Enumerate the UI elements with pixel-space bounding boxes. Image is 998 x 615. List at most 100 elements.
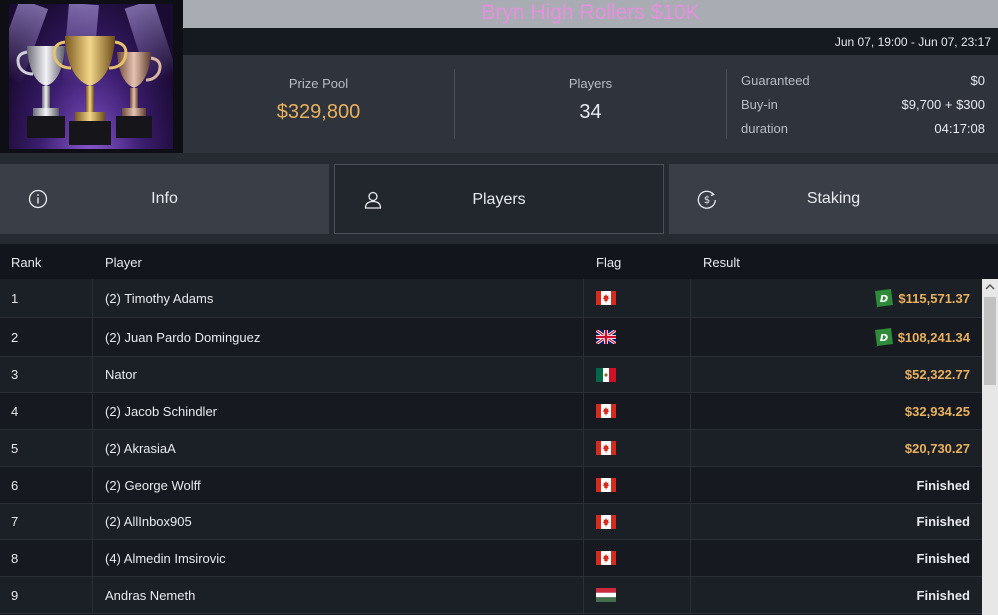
tab-players[interactable]: Players — [334, 164, 664, 234]
column-header-rank[interactable]: Rank — [11, 255, 41, 270]
prize-pool-value: $329,800 — [276, 101, 361, 123]
tab-label: Players — [472, 191, 526, 208]
rank-value: 2 — [11, 329, 19, 345]
payout-badge-icon: D — [872, 289, 894, 309]
tab-staking[interactable]: $ Staking — [669, 164, 998, 234]
detail-label: Guaranteed — [741, 73, 810, 88]
player-name: Nator — [105, 367, 137, 382]
table-row[interactable]: 6 (2) George Wolff Finished — [0, 467, 982, 504]
result-value: $115,571.37 — [898, 290, 970, 306]
rank-value: 1 — [11, 290, 19, 306]
scroll-up-arrow-icon[interactable] — [982, 279, 998, 295]
table-row[interactable]: 3 Nator $52,322.77 — [0, 357, 982, 393]
player-name: Andras Nemeth — [105, 587, 196, 603]
rank-value: 3 — [11, 367, 19, 382]
detail-duration: duration 04:17:08 — [741, 119, 985, 143]
column-header-player[interactable]: Player — [105, 255, 142, 270]
canada-flag-icon — [596, 441, 616, 455]
canada-flag-icon — [596, 551, 616, 565]
rank-cell: 5 — [11, 430, 18, 466]
player-name: (2) AkrasiaA — [105, 440, 176, 456]
table-row[interactable]: 1 (2) Timothy Adams D $115,571.37 — [0, 279, 982, 318]
flag-cell — [596, 430, 616, 466]
detail-value: 04:17:08 — [934, 121, 985, 136]
player-cell[interactable]: (2) Juan Pardo Dominguez — [105, 318, 260, 356]
flag-cell — [596, 577, 616, 613]
flag-cell — [596, 357, 616, 392]
rank-cell: 3 — [11, 357, 18, 392]
result-cell: Finished — [917, 504, 970, 539]
details-list: Guaranteed $0 Buy-in $9,700 + $300 durat… — [741, 71, 985, 143]
rank-cell: 9 — [11, 577, 18, 613]
result-value: Finished — [916, 550, 970, 566]
canada-flag-icon — [596, 291, 616, 305]
result-cell: $32,934.25 — [905, 393, 970, 429]
rank-value: 9 — [11, 587, 19, 603]
detail-value: $9,700 + $300 — [901, 97, 986, 112]
spacer — [0, 234, 998, 244]
player-cell[interactable]: (2) Timothy Adams — [105, 279, 213, 317]
table-header: Rank Player Flag Result — [0, 244, 998, 279]
result-value: $108,241.34 — [897, 329, 970, 345]
players-stat: Players 34 — [455, 69, 726, 139]
prize-pool-label: Prize Pool — [288, 76, 349, 91]
result-value: $32,934.25 — [904, 403, 970, 419]
players-label: Players — [568, 76, 613, 91]
prize-pool-stat: Prize Pool $329,800 — [183, 69, 454, 139]
mexico-flag-icon — [596, 367, 616, 382]
canada-flag-icon — [596, 404, 616, 418]
result-cell: D $108,241.34 — [872, 318, 970, 356]
player-cell[interactable]: Nator — [105, 357, 137, 392]
player-cell[interactable]: (2) George Wolff — [105, 467, 201, 503]
table-row[interactable]: 5 (2) AkrasiaA $20,730.27 — [0, 430, 982, 467]
tab-info[interactable]: Info — [0, 164, 329, 234]
result-cell: D $115,571.37 — [872, 279, 970, 317]
spacer — [0, 153, 998, 164]
player-name: (2) AllInbox905 — [105, 514, 192, 529]
result-cell: $52,322.77 — [905, 357, 970, 392]
detail-buy-in: Buy-in $9,700 + $300 — [741, 95, 985, 119]
table-body: 1 (2) Timothy Adams D $115,571.37 2 (2) J… — [0, 279, 982, 614]
tab-bar: Info Players $ Staking — [0, 164, 998, 234]
scrollbar-thumb[interactable] — [984, 297, 996, 385]
result-cell: Finished — [917, 467, 970, 503]
svg-text:D: D — [880, 294, 888, 305]
column-header-flag[interactable]: Flag — [596, 255, 621, 270]
player-name: (2) Timothy Adams — [105, 290, 214, 306]
column-header-result[interactable]: Result — [703, 255, 740, 270]
result-value: Finished — [916, 514, 970, 529]
table-row[interactable]: 9 Andras Nemeth Finished — [0, 577, 982, 614]
players-table: Rank Player Flag Result 1 (2) Timothy Ad… — [0, 244, 998, 615]
trophy-cups-icon — [9, 4, 173, 149]
tournament-title: Bryn High Rollers $10K — [481, 1, 700, 24]
player-cell[interactable]: (2) AllInbox905 — [105, 504, 192, 539]
player-cell[interactable]: (4) Almedin Imsirovic — [105, 540, 226, 576]
table-row[interactable]: 2 (2) Juan Pardo Dominguez D $108,241.34 — [0, 318, 982, 357]
players-value: 34 — [579, 101, 602, 123]
rank-cell: 1 — [11, 279, 18, 317]
table-row[interactable]: 8 (4) Almedin Imsirovic Finished — [0, 540, 982, 577]
uk-flag-icon — [596, 330, 616, 344]
flag-cell — [596, 279, 616, 317]
flag-cell — [596, 540, 616, 576]
rank-value: 6 — [11, 477, 19, 493]
rank-value: 5 — [11, 440, 19, 456]
table-row[interactable]: 4 (2) Jacob Schindler $32,934.25 — [0, 393, 982, 430]
rank-cell: 6 — [11, 467, 18, 503]
result-cell: Finished — [917, 577, 970, 613]
scrollbar[interactable] — [982, 279, 998, 615]
player-cell[interactable]: (2) Jacob Schindler — [105, 393, 217, 429]
result-value: Finished — [916, 587, 970, 603]
rank-cell: 7 — [11, 504, 18, 539]
table-row[interactable]: 7 (2) AllInbox905 Finished — [0, 504, 982, 540]
rank-cell: 8 — [11, 540, 18, 576]
result-cell: Finished — [917, 540, 970, 576]
title-bar: Bryn High Rollers $10K — [183, 0, 998, 28]
player-cell[interactable]: (2) AkrasiaA — [105, 430, 176, 466]
player-name: (2) George Wolff — [105, 477, 201, 493]
tab-label: Staking — [806, 190, 861, 207]
result-value: Finished — [916, 477, 970, 493]
flag-cell — [596, 504, 616, 539]
player-cell[interactable]: Andras Nemeth — [105, 577, 195, 613]
stats-panel: Prize Pool $329,800 Players 34 Guarantee… — [183, 55, 998, 153]
